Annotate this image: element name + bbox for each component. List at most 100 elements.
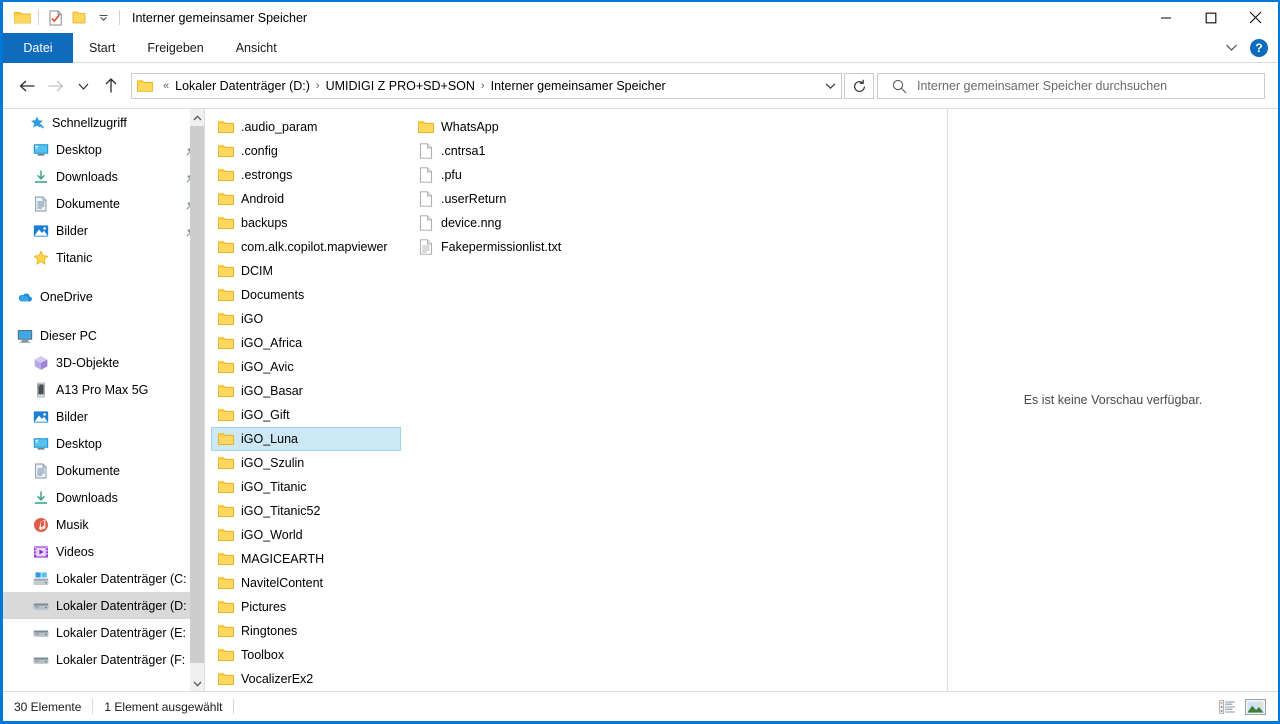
- refresh-button[interactable]: [844, 73, 874, 99]
- folder-icon: [218, 239, 234, 255]
- recent-locations-icon[interactable]: [69, 72, 97, 100]
- sidebar-item-desktop[interactable]: Desktop: [3, 430, 204, 457]
- sidebar-item-bilder[interactable]: Bilder: [3, 403, 204, 430]
- sidebar-group-onedrive[interactable]: OneDrive: [3, 283, 204, 310]
- chevron-down-icon[interactable]: [190, 675, 204, 691]
- file-list-item[interactable]: .pfu: [411, 163, 601, 187]
- sidebar-item-label: Desktop: [56, 436, 102, 451]
- chevron-down-icon[interactable]: [91, 6, 115, 30]
- star-pin-icon: [29, 115, 45, 131]
- file-list[interactable]: .audio_param .config .estrongs Android backu…: [205, 109, 947, 691]
- navigation-scrollbar[interactable]: [190, 109, 204, 691]
- sidebar-group-schnellzugriff[interactable]: Schnellzugriff: [3, 109, 204, 136]
- file-list-item[interactable]: .cntrsa1: [411, 139, 601, 163]
- file-list-item[interactable]: .userReturn: [411, 187, 601, 211]
- file-list-item[interactable]: DCIM: [211, 259, 401, 283]
- address-bar[interactable]: « Lokaler Datenträger (D:) › UMIDIGI Z P…: [131, 73, 842, 99]
- tab-ansicht[interactable]: Ansicht: [220, 33, 293, 63]
- file-list-item[interactable]: MAGICEARTH: [211, 547, 401, 571]
- sidebar-item-desktop[interactable]: Desktop: [3, 136, 204, 163]
- file-icon: [418, 167, 434, 183]
- file-list-item[interactable]: Ringtones: [211, 619, 401, 643]
- file-list-item[interactable]: iGO_Basar: [211, 379, 401, 403]
- file-list-item[interactable]: iGO_Titanic52: [211, 499, 401, 523]
- file-list-item[interactable]: iGO_World: [211, 523, 401, 547]
- file-list-item[interactable]: iGO_Luna: [211, 427, 401, 451]
- file-list-item[interactable]: .config: [211, 139, 401, 163]
- file-list-item[interactable]: .audio_param: [211, 115, 401, 139]
- file-list-item[interactable]: iGO_Avic: [211, 355, 401, 379]
- folder-icon[interactable]: [10, 6, 34, 30]
- sidebar-item-lokaler-datentr-ger-d-[interactable]: Lokaler Datenträger (D:: [3, 592, 204, 619]
- file-list-item[interactable]: VocalizerEx2: [211, 667, 401, 691]
- help-icon[interactable]: ?: [1250, 38, 1268, 57]
- file-list-item-label: iGO_Luna: [241, 432, 298, 446]
- sidebar-item-dokumente[interactable]: Dokumente: [3, 457, 204, 484]
- sidebar-item-videos[interactable]: Videos: [3, 538, 204, 565]
- tab-datei[interactable]: Datei: [3, 33, 73, 63]
- sidebar-item-3d-objekte[interactable]: 3D-Objekte: [3, 349, 204, 376]
- file-list-item[interactable]: iGO: [211, 307, 401, 331]
- sidebar-item-downloads[interactable]: Downloads: [3, 163, 204, 190]
- sidebar-item-label: Downloads: [56, 169, 118, 184]
- file-list-item[interactable]: .estrongs: [211, 163, 401, 187]
- folder-icon: [218, 575, 234, 591]
- file-list-item[interactable]: device.nng: [411, 211, 601, 235]
- chevron-up-icon[interactable]: [190, 109, 204, 126]
- sidebar-item-a13-pro-max-5g[interactable]: A13 Pro Max 5G: [3, 376, 204, 403]
- details-view-icon[interactable]: [1214, 696, 1240, 718]
- sidebar-item-lokaler-datentr-ger-f-[interactable]: Lokaler Datenträger (F:: [3, 646, 204, 673]
- sidebar-item-downloads[interactable]: Downloads: [3, 484, 204, 511]
- sidebar-group-label: Dieser PC: [40, 328, 97, 343]
- file-list-item[interactable]: NavitelContent: [211, 571, 401, 595]
- file-list-column-1: .audio_param .config .estrongs Android backu…: [211, 115, 401, 691]
- file-list-item[interactable]: Documents: [211, 283, 401, 307]
- file-list-item-label: DCIM: [241, 264, 273, 278]
- folder-icon: [218, 335, 234, 351]
- navigation-scrollbar-thumb[interactable]: [190, 126, 204, 663]
- file-list-item[interactable]: iGO_Africa: [211, 331, 401, 355]
- forward-button[interactable]: [41, 72, 69, 100]
- file-list-item[interactable]: iGO_Titanic: [211, 475, 401, 499]
- sidebar-item-lokaler-datentr-ger-e-[interactable]: Lokaler Datenträger (E:: [3, 619, 204, 646]
- up-button[interactable]: [97, 72, 125, 100]
- file-list-item[interactable]: Toolbox: [211, 643, 401, 667]
- sidebar-item-bilder[interactable]: Bilder: [3, 217, 204, 244]
- large-icons-view-icon[interactable]: [1242, 696, 1268, 718]
- breadcrumb-item-drive[interactable]: Lokaler Datenträger (D:): [171, 77, 314, 95]
- search-box[interactable]: [877, 73, 1265, 99]
- file-list-item[interactable]: backups: [211, 211, 401, 235]
- folder-icon: [218, 383, 234, 399]
- breadcrumb-item-current[interactable]: Interner gemeinsamer Speicher: [487, 77, 670, 95]
- maximize-button[interactable]: [1188, 2, 1233, 33]
- file-list-item[interactable]: Android: [211, 187, 401, 211]
- tab-start[interactable]: Start: [73, 33, 131, 63]
- file-list-item[interactable]: com.alk.copilot.mapviewer: [211, 235, 401, 259]
- sidebar-item-titanic[interactable]: Titanic: [3, 244, 204, 271]
- chevron-down-icon[interactable]: [819, 74, 841, 98]
- breadcrumb-separator[interactable]: ›: [314, 80, 322, 92]
- sidebar-item-lokaler-datentr-ger-c-[interactable]: Lokaler Datenträger (C:: [3, 565, 204, 592]
- file-list-item-label: MAGICEARTH: [241, 552, 325, 566]
- file-list-item-label: iGO_Basar: [241, 384, 303, 398]
- tab-freigeben[interactable]: Freigeben: [131, 33, 219, 63]
- minimize-button[interactable]: [1143, 2, 1188, 33]
- close-button[interactable]: [1233, 2, 1278, 33]
- search-input[interactable]: [917, 79, 1264, 93]
- back-button[interactable]: [13, 72, 41, 100]
- properties-check-icon[interactable]: [43, 6, 67, 30]
- breadcrumb-item-device[interactable]: UMIDIGI Z PRO+SD+SON: [322, 77, 479, 95]
- file-list-item-label: iGO_Titanic52: [241, 504, 321, 518]
- sidebar-item-dokumente[interactable]: Dokumente: [3, 190, 204, 217]
- breadcrumb-prefix: «: [163, 80, 170, 92]
- sidebar-group-dieser-pc[interactable]: Dieser PC: [3, 322, 204, 349]
- sidebar-item-musik[interactable]: Musik: [3, 511, 204, 538]
- file-list-item[interactable]: Pictures: [211, 595, 401, 619]
- file-list-item[interactable]: iGO_Szulin: [211, 451, 401, 475]
- breadcrumb-separator[interactable]: ›: [479, 80, 487, 92]
- file-list-item[interactable]: WhatsApp: [411, 115, 601, 139]
- file-list-item[interactable]: Fakepermissionlist.txt: [411, 235, 601, 259]
- new-folder-icon[interactable]: [67, 6, 91, 30]
- file-list-item[interactable]: iGO_Gift: [211, 403, 401, 427]
- chevron-down-icon[interactable]: [1219, 39, 1244, 57]
